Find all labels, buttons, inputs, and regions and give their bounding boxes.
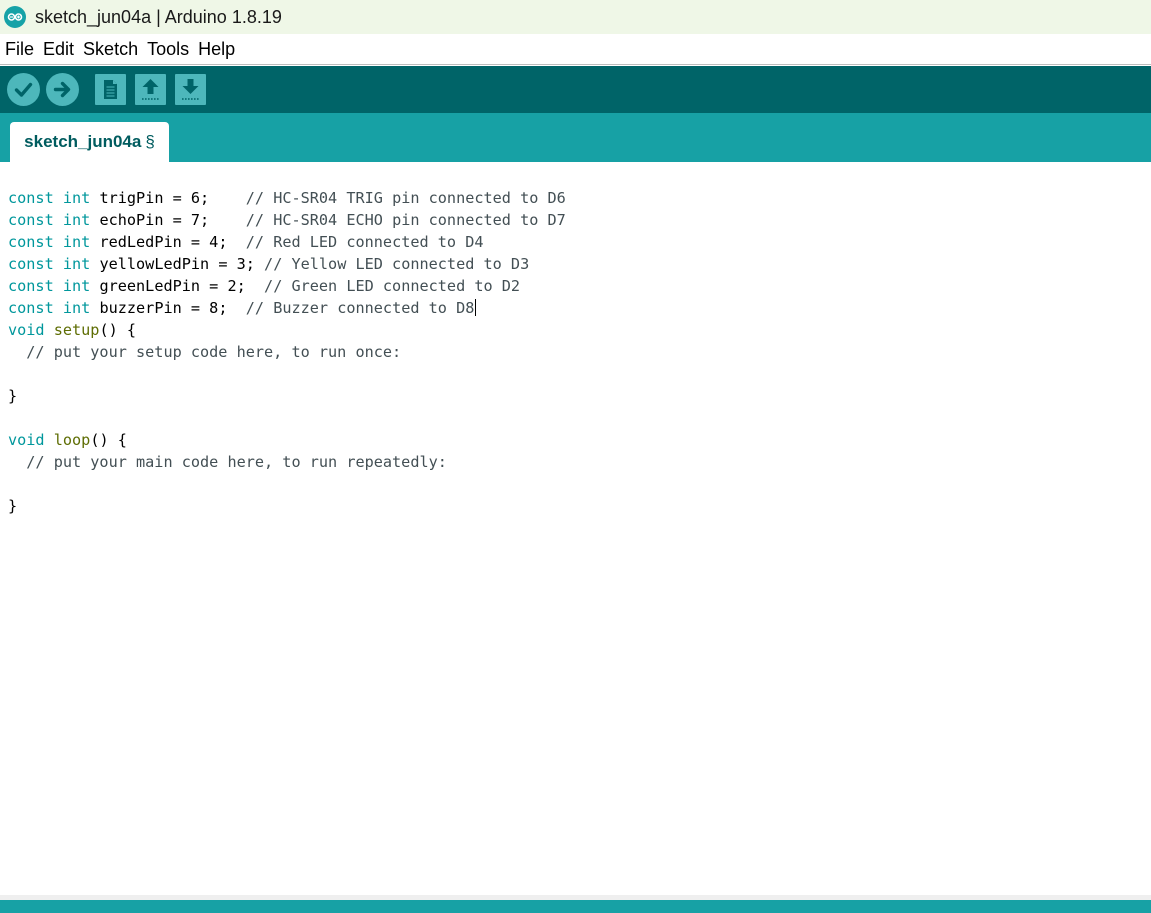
title-bar: sketch_jun04a | Arduino 1.8.19 <box>0 0 1151 34</box>
code-line[interactable] <box>8 473 566 495</box>
code-comment: // HC-SR04 TRIG pin connected to D6 <box>245 189 566 207</box>
code-line[interactable]: const int greenLedPin = 2; // Green LED … <box>8 275 566 297</box>
menu-tools[interactable]: Tools <box>143 39 193 60</box>
console-status-bar <box>0 900 1151 913</box>
code-comment: // put your main code here, to run repea… <box>8 453 447 471</box>
code-keyword: int <box>62 211 91 229</box>
code-keyword: int <box>62 233 91 251</box>
tab-label: sketch_jun04a <box>24 132 142 151</box>
code-keyword: const <box>8 299 54 317</box>
verify-button[interactable] <box>7 73 40 106</box>
checkmark-icon <box>14 82 33 97</box>
code-text: buzzerPin = 8; <box>90 299 246 317</box>
code-text: yellowLedPin = 3; <box>90 255 265 273</box>
code-line[interactable]: void loop() { <box>8 429 566 451</box>
code-keyword: int <box>62 255 91 273</box>
code-comment: // HC-SR04 ECHO pin connected to D7 <box>245 211 566 229</box>
code-keyword: const <box>8 189 54 207</box>
tab-strip: sketch_jun04a § <box>0 113 1151 162</box>
code-editor[interactable]: const int trigPin = 6; // HC-SR04 TRIG p… <box>0 162 1151 895</box>
menu-bar: File Edit Sketch Tools Help <box>0 34 1151 65</box>
code-line[interactable]: } <box>8 385 566 407</box>
arduino-ide-window: sketch_jun04a | Arduino 1.8.19 File Edit… <box>0 0 1151 913</box>
code-line[interactable]: // put your setup code here, to run once… <box>8 341 566 363</box>
open-button[interactable] <box>135 74 166 105</box>
text-caret <box>475 299 477 316</box>
menu-file[interactable]: File <box>1 39 38 60</box>
tab-sketch-jun04a[interactable]: sketch_jun04a § <box>10 122 169 162</box>
code-line[interactable]: const int redLedPin = 4; // Red LED conn… <box>8 231 566 253</box>
window-title: sketch_jun04a | Arduino 1.8.19 <box>35 6 282 27</box>
code-line[interactable] <box>8 363 566 385</box>
toolbar <box>0 66 1151 113</box>
code-keyword: void <box>8 321 45 339</box>
code-line[interactable]: // put your main code here, to run repea… <box>8 451 566 473</box>
arduino-logo-icon <box>4 6 26 28</box>
document-icon <box>104 80 117 99</box>
upload-button[interactable] <box>46 73 79 106</box>
code-keyword: const <box>8 211 54 229</box>
code-function: setup <box>53 321 100 339</box>
code-comment: // Green LED connected to D2 <box>264 277 521 295</box>
code-text: trigPin = 6; <box>90 189 246 207</box>
code-keyword: int <box>62 277 91 295</box>
code-text: } <box>8 387 18 405</box>
code-keyword: int <box>62 299 91 317</box>
code-text: () { <box>90 431 127 449</box>
code-text: } <box>8 497 18 515</box>
menu-sketch[interactable]: Sketch <box>79 39 142 60</box>
code-keyword: const <box>8 255 54 273</box>
code-line[interactable] <box>8 407 566 429</box>
code-keyword: const <box>8 277 54 295</box>
code-function: loop <box>53 431 91 449</box>
code-line[interactable]: const int buzzerPin = 8; // Buzzer conne… <box>8 297 566 319</box>
new-button[interactable] <box>95 74 126 105</box>
arrow-right-icon <box>53 81 71 98</box>
code-text: redLedPin = 4; <box>90 233 246 251</box>
arrow-up-icon <box>142 79 159 100</box>
code-line[interactable]: const int trigPin = 6; // HC-SR04 TRIG p… <box>8 187 566 209</box>
code-line[interactable]: } <box>8 495 566 517</box>
save-button[interactable] <box>175 74 206 105</box>
code-comment: // Red LED connected to D4 <box>245 233 484 251</box>
code-text: greenLedPin = 2; <box>90 277 265 295</box>
code-keyword: const <box>8 233 54 251</box>
menu-edit[interactable]: Edit <box>39 39 78 60</box>
code-line[interactable]: const int echoPin = 7; // HC-SR04 ECHO p… <box>8 209 566 231</box>
code-line[interactable]: const int yellowLedPin = 3; // Yellow LE… <box>8 253 566 275</box>
code-text: echoPin = 7; <box>90 211 246 229</box>
tab-section-marker: § <box>145 132 155 151</box>
code-keyword: void <box>8 431 45 449</box>
code-line[interactable]: void setup() { <box>8 319 566 341</box>
code-comment: // put your setup code here, to run once… <box>8 343 402 361</box>
menu-help[interactable]: Help <box>194 39 239 60</box>
code-text: () { <box>99 321 137 339</box>
code-comment: // Yellow LED connected to D3 <box>264 255 530 273</box>
arrow-down-icon <box>182 79 199 100</box>
code-comment: // Buzzer connected to D8 <box>245 299 475 317</box>
code-keyword: int <box>62 189 91 207</box>
code-text-area[interactable]: const int trigPin = 6; // HC-SR04 TRIG p… <box>8 187 566 517</box>
